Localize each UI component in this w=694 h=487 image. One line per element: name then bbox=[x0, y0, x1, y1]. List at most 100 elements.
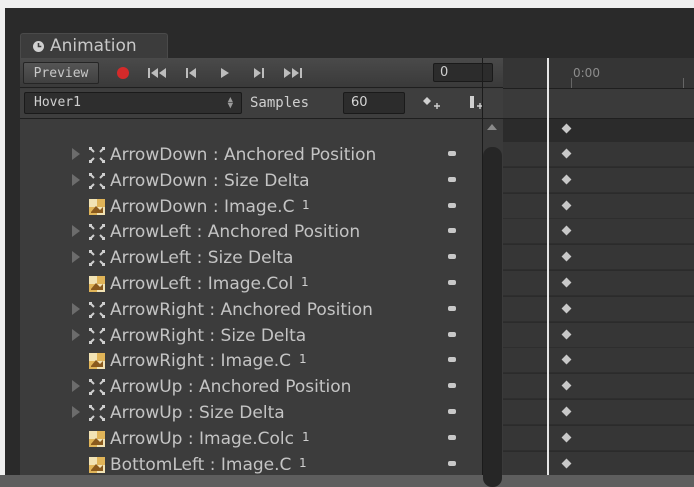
property-row[interactable]: ArrowDown : Size Delta bbox=[20, 168, 482, 194]
dopesheet-row[interactable] bbox=[503, 296, 694, 322]
dopesheet-row[interactable] bbox=[503, 271, 694, 296]
remove-property-button[interactable] bbox=[448, 409, 456, 414]
dopesheet-row[interactable] bbox=[503, 167, 694, 193]
dopesheet-row[interactable] bbox=[503, 374, 694, 400]
property-row[interactable]: ArrowRight : Size Delta bbox=[20, 323, 482, 349]
keyframe-diamond[interactable] bbox=[561, 200, 572, 211]
keyframe-diamond[interactable] bbox=[561, 225, 572, 236]
remove-property-button[interactable] bbox=[448, 202, 456, 208]
ruler-time-label: 0:00 bbox=[573, 66, 600, 80]
keyframe-diamond[interactable] bbox=[561, 174, 572, 185]
record-button[interactable] bbox=[106, 62, 140, 84]
remove-property-button[interactable] bbox=[448, 331, 456, 337]
keyframe-diamond[interactable] bbox=[561, 251, 572, 262]
animation-tab[interactable]: Animation bbox=[20, 33, 168, 58]
keyframe-diamond[interactable] bbox=[561, 406, 572, 417]
first-keyframe-button[interactable] bbox=[140, 62, 174, 84]
clock-icon bbox=[33, 40, 44, 52]
dopesheet-row[interactable] bbox=[503, 322, 694, 348]
keyframe-diamond[interactable] bbox=[561, 329, 572, 340]
dopesheet-row[interactable] bbox=[503, 245, 694, 271]
previous-keyframe-button[interactable] bbox=[174, 62, 208, 84]
remove-property-button[interactable] bbox=[448, 357, 456, 363]
property-name: ArrowDown : Anchored Position bbox=[110, 145, 377, 165]
remove-property-button[interactable] bbox=[448, 228, 456, 234]
dopesheet-row[interactable] bbox=[503, 400, 694, 425]
samples-field[interactable]: 60 bbox=[343, 92, 405, 114]
expand-arrow-icon[interactable] bbox=[72, 173, 80, 186]
dopesheet-row[interactable] bbox=[503, 219, 694, 245]
rect-transform-icon bbox=[89, 405, 105, 421]
remove-property-button[interactable] bbox=[448, 460, 456, 466]
current-frame-field[interactable]: 0 bbox=[433, 63, 493, 82]
next-keyframe-button[interactable] bbox=[242, 62, 276, 84]
timeline-event-row[interactable] bbox=[503, 89, 694, 119]
keyframe-diamond[interactable] bbox=[561, 380, 572, 391]
property-value[interactable]: 1 bbox=[299, 456, 307, 470]
property-value[interactable]: 1 bbox=[301, 275, 309, 289]
playhead-line[interactable] bbox=[547, 58, 549, 475]
expand-arrow-icon[interactable] bbox=[72, 302, 80, 315]
keyframe-diamond[interactable] bbox=[561, 148, 572, 159]
property-row[interactable]: ArrowLeft : Image.Col 1 bbox=[20, 271, 482, 297]
property-row[interactable]: ArrowUp : Size Delta bbox=[20, 400, 482, 426]
remove-property-button[interactable] bbox=[448, 383, 456, 389]
panel-divider[interactable] bbox=[482, 58, 483, 475]
property-row[interactable]: ArrowLeft : Size Delta bbox=[20, 245, 482, 271]
property-scrollbar[interactable] bbox=[482, 119, 503, 487]
property-row[interactable]: ArrowUp : Anchored Position bbox=[20, 374, 482, 400]
tab-title: Animation bbox=[50, 36, 137, 56]
property-name: ArrowDown : Size Delta bbox=[110, 170, 310, 191]
expand-arrow-icon[interactable] bbox=[72, 148, 80, 160]
play-button[interactable] bbox=[208, 62, 242, 84]
property-row[interactable]: ArrowDown : Anchored Position bbox=[20, 142, 482, 168]
expand-arrow-icon[interactable] bbox=[72, 225, 80, 238]
remove-property-button[interactable] bbox=[448, 176, 456, 182]
scrollbar-thumb[interactable] bbox=[483, 147, 502, 487]
remove-property-button[interactable] bbox=[448, 151, 456, 156]
expand-arrow-icon[interactable] bbox=[72, 380, 80, 393]
dopesheet-row[interactable] bbox=[503, 348, 694, 374]
property-row[interactable]: ArrowRight : Anchored Position bbox=[20, 297, 482, 323]
add-keyframe-button[interactable] bbox=[415, 92, 449, 114]
timeline-ruler[interactable]: 0:00 bbox=[503, 58, 694, 89]
keyframe-diamond[interactable] bbox=[561, 354, 572, 365]
play-icon bbox=[221, 68, 229, 78]
property-row[interactable]: ArrowRight : Image.C 1 bbox=[20, 348, 482, 374]
property-list: ArrowDown : Anchored Position ArrowDown :… bbox=[20, 119, 482, 475]
ruler-tick bbox=[683, 78, 684, 88]
property-value[interactable]: 1 bbox=[302, 430, 310, 444]
keyframe-diamond[interactable] bbox=[561, 432, 572, 443]
property-name: ArrowUp : Anchored Position bbox=[110, 377, 352, 398]
remove-property-button[interactable] bbox=[448, 434, 456, 440]
property-row[interactable]: BottomLeft : Image.C 1 bbox=[20, 452, 482, 475]
remove-property-button[interactable] bbox=[448, 305, 456, 311]
last-keyframe-button[interactable] bbox=[276, 62, 310, 84]
dopesheet-row[interactable] bbox=[503, 193, 694, 219]
property-value[interactable]: 1 bbox=[302, 198, 310, 212]
expand-arrow-icon[interactable] bbox=[72, 406, 80, 418]
property-name: ArrowRight : Image.C bbox=[110, 351, 292, 372]
expand-arrow-icon[interactable] bbox=[72, 328, 80, 341]
outer-frame-top bbox=[0, 0, 694, 8]
dopesheet-row[interactable] bbox=[503, 425, 694, 451]
remove-property-button[interactable] bbox=[448, 254, 456, 260]
step-back-icon bbox=[186, 68, 196, 78]
keyframe-diamond[interactable] bbox=[561, 303, 572, 314]
scroll-up-arrow-icon[interactable] bbox=[487, 124, 497, 130]
dopesheet[interactable] bbox=[503, 119, 694, 475]
expand-arrow-icon[interactable] bbox=[72, 251, 80, 264]
preview-button[interactable]: Preview bbox=[23, 62, 99, 84]
property-row[interactable]: ArrowDown : Image.C 1 bbox=[20, 194, 482, 220]
add-event-button[interactable] bbox=[460, 92, 494, 114]
dopesheet-row[interactable] bbox=[503, 451, 694, 475]
keyframe-diamond[interactable] bbox=[561, 277, 572, 288]
keyframe-diamond[interactable] bbox=[561, 458, 572, 469]
property-row[interactable]: ArrowLeft : Anchored Position bbox=[20, 219, 482, 245]
dopesheet-row[interactable] bbox=[503, 142, 694, 167]
property-row[interactable]: ArrowUp : Image.Colc 1 bbox=[20, 426, 482, 452]
property-value[interactable]: 1 bbox=[299, 352, 307, 366]
clip-dropdown[interactable]: Hover1 ▲ ▼ bbox=[24, 92, 242, 114]
remove-property-button[interactable] bbox=[448, 280, 456, 285]
summary-keyframe[interactable] bbox=[561, 123, 572, 134]
